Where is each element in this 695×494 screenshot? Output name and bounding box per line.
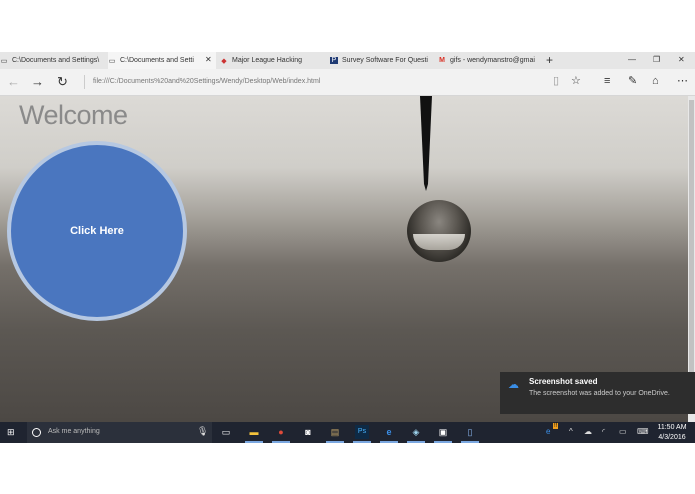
desktop-screen: ▭ C:\Documents and Settings\ ▭ C:\Docume…: [0, 52, 695, 443]
hub-icon[interactable]: ≡: [604, 75, 610, 87]
tab-label: gifs - wendymanstro@gmai: [450, 57, 535, 64]
chevron-up-icon[interactable]: ^: [569, 427, 573, 436]
system-clock[interactable]: 11:50 AM 4/3/2016: [652, 423, 692, 443]
tab-gmail[interactable]: M gifs - wendymanstro@gmai: [438, 52, 540, 69]
refresh-icon[interactable]: ↻: [57, 75, 68, 88]
app-icon[interactable]: ▤: [326, 425, 344, 443]
browser-tab-bar: ▭ C:\Documents and Settings\ ▭ C:\Docume…: [0, 52, 695, 69]
reading-view-icon[interactable]: ▯: [553, 75, 559, 87]
page-icon: ▭: [108, 57, 116, 65]
more-icon[interactable]: ⋯: [677, 75, 688, 87]
app-icon[interactable]: ◈: [407, 425, 425, 443]
tab-label: Survey Software For Questi: [342, 57, 428, 64]
action-center-icon[interactable]: ▭: [619, 427, 627, 436]
tab-label: C:\Documents and Setti: [120, 57, 194, 64]
close-window-icon[interactable]: ✕: [678, 55, 685, 64]
notification-badge: !!: [553, 423, 559, 429]
tab-label: Major League Hacking: [232, 57, 303, 64]
taskbar: ⊞ Ask me anything 🎙 ▭ ▬ ● ◙ ▤ Ps e ◈ ▣ ▯…: [0, 422, 695, 443]
page-icon: ▭: [0, 57, 8, 65]
new-tab-icon[interactable]: +: [546, 53, 553, 67]
minimize-icon[interactable]: —: [628, 55, 636, 64]
address-bar: ← → ↻ file:///C:/Documents%20and%20Setti…: [0, 69, 695, 96]
photos-icon[interactable]: ▣: [434, 425, 452, 443]
edge-icon[interactable]: e: [380, 425, 398, 443]
onedrive-tray-icon[interactable]: e: [546, 427, 550, 436]
share-icon[interactable]: ⌂: [652, 75, 659, 87]
web-note-icon[interactable]: ✎: [628, 75, 637, 87]
notification-title: Screenshot saved: [529, 377, 598, 386]
keyboard-icon[interactable]: ⌨: [637, 427, 649, 436]
document-icon[interactable]: ▯: [461, 425, 479, 443]
search-placeholder: Ask me anything: [48, 428, 100, 435]
task-view-icon[interactable]: ▭: [219, 425, 233, 439]
notification-body: The screenshot was added to your OneDriv…: [529, 390, 670, 397]
water-drop-image: [407, 200, 471, 262]
camera-icon[interactable]: ◙: [301, 425, 315, 439]
tab-survey-software[interactable]: P Survey Software For Questi: [330, 52, 432, 69]
mlh-icon: ◆: [221, 57, 227, 65]
cortana-icon: [32, 428, 41, 437]
windows-start-icon[interactable]: ⊞: [7, 427, 15, 438]
restore-icon[interactable]: ❐: [653, 55, 660, 64]
scrollbar-thumb[interactable]: [689, 100, 694, 414]
chrome-icon[interactable]: ●: [272, 425, 290, 443]
tab-documents-2[interactable]: ▭ C:\Documents and Setti: [108, 52, 216, 69]
cortana-search-box[interactable]: Ask me anything 🎙: [27, 422, 212, 443]
file-explorer-icon[interactable]: ▬: [245, 425, 263, 443]
divider: [84, 75, 85, 89]
surveymonkey-icon: P: [330, 57, 338, 64]
forward-icon[interactable]: →: [31, 75, 44, 88]
gmail-icon: M: [439, 57, 445, 64]
click-here-button[interactable]: Click Here: [7, 141, 187, 321]
clock-date: 4/3/2016: [658, 434, 686, 441]
tab-label: C:\Documents and Settings\: [12, 57, 100, 64]
tab-major-league-hacking[interactable]: ◆ Major League Hacking: [220, 52, 324, 69]
close-tab-icon[interactable]: ✕: [205, 55, 212, 64]
clock-time: 11:50 AM: [657, 424, 687, 431]
tab-documents-1[interactable]: ▭ C:\Documents and Settings\: [0, 52, 106, 69]
cloud-icon[interactable]: ☁: [584, 427, 592, 436]
back-icon[interactable]: ←: [7, 75, 20, 88]
favorite-star-icon[interactable]: ☆: [571, 75, 581, 87]
page-title: Welcome: [19, 100, 128, 130]
wifi-icon[interactable]: ◜: [602, 427, 605, 436]
onedrive-cloud-icon: ☁: [508, 379, 519, 391]
needle-image: [420, 96, 432, 191]
photoshop-icon[interactable]: Ps: [353, 425, 371, 443]
microphone-icon[interactable]: 🎙: [197, 426, 208, 437]
click-here-label: Click Here: [70, 225, 124, 237]
onedrive-notification[interactable]: ☁ Screenshot saved The screenshot was ad…: [500, 372, 695, 414]
url-field[interactable]: file:///C:/Documents%20and%20Settings/We…: [93, 78, 320, 85]
